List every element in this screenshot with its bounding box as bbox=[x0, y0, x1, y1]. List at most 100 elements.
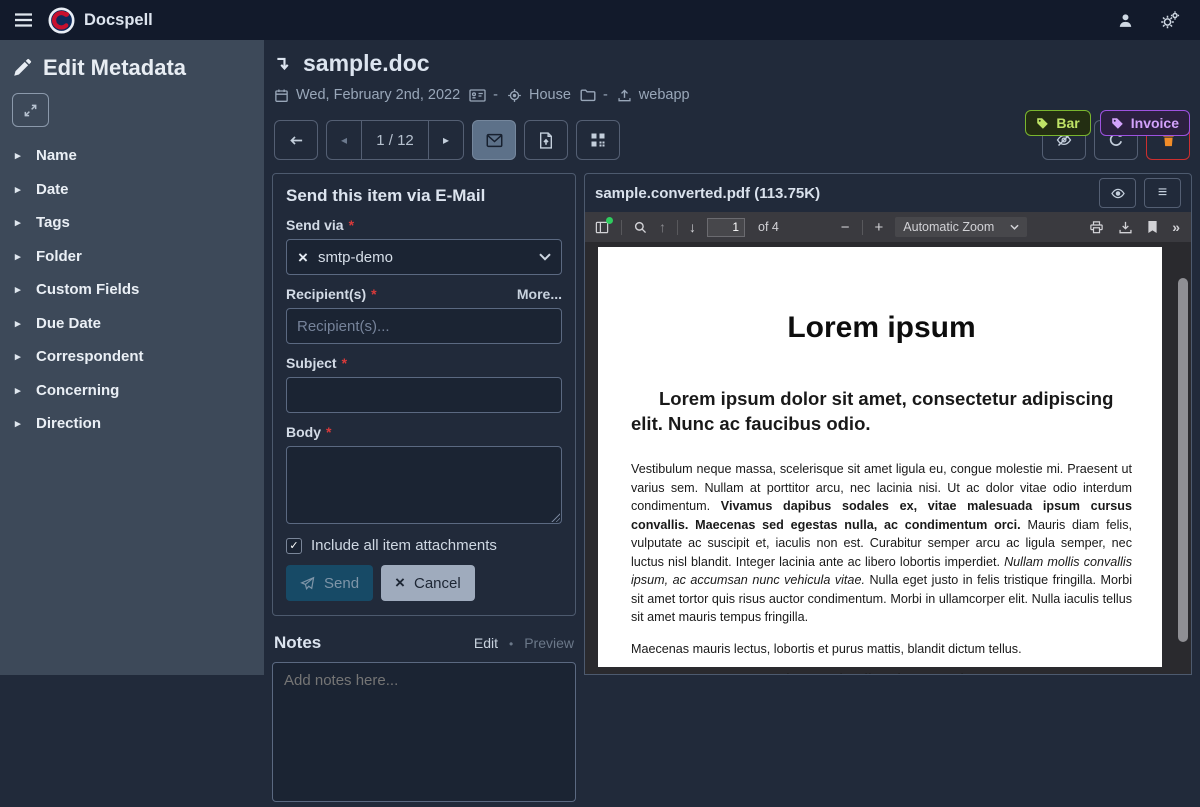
notes-header: Notes Edit • Preview bbox=[274, 633, 574, 653]
tag-invoice[interactable]: Invoice bbox=[1100, 110, 1190, 136]
recipients-label: Recipient(s)* bbox=[286, 286, 377, 302]
notes-preview-link[interactable]: Preview bbox=[524, 635, 574, 651]
pdf-zoom-in-button[interactable]: + bbox=[875, 219, 884, 236]
pdf-prev-page-button[interactable]: ↑ bbox=[659, 219, 666, 235]
sidebar-item-direction[interactable]: ▸Direction bbox=[0, 407, 264, 441]
sidebar-item-name[interactable]: ▸Name bbox=[0, 139, 264, 173]
page-navigation-group: ◂ 1 / 12 ▸ bbox=[326, 120, 464, 160]
pdf-search-button[interactable] bbox=[633, 220, 648, 235]
cancel-button[interactable]: × Cancel bbox=[381, 565, 475, 601]
required-asterisk: * bbox=[342, 355, 347, 371]
expand-all-button[interactable] bbox=[12, 93, 49, 127]
caret-right-icon: ▸ bbox=[15, 317, 23, 330]
attachment-menu-button[interactable]: ≡ bbox=[1144, 178, 1181, 208]
chevron-down-icon bbox=[539, 253, 551, 261]
pdf-page-input[interactable] bbox=[707, 218, 745, 237]
pdf-bullet-list: •Maecenas non lorem quis tellus placerat… bbox=[631, 672, 1132, 674]
paper-plane-icon bbox=[300, 576, 315, 591]
item-position-indicator: 1 / 12 bbox=[361, 121, 429, 159]
toolbar-divider bbox=[862, 220, 863, 235]
pdf-page: Lorem ipsum Lorem ipsum dolor sit amet, … bbox=[598, 247, 1162, 667]
caret-right-icon: ▸ bbox=[15, 283, 23, 296]
subject-input[interactable] bbox=[286, 377, 562, 413]
pdf-scrollbar-thumb[interactable] bbox=[1178, 278, 1188, 642]
close-icon: × bbox=[395, 573, 405, 593]
tag-icon bbox=[1036, 117, 1049, 130]
user-account-icon[interactable] bbox=[1117, 12, 1134, 29]
sidebar-item-date[interactable]: ▸Date bbox=[0, 173, 264, 207]
clear-selection-icon[interactable]: × bbox=[298, 249, 308, 266]
tag-bar[interactable]: Bar bbox=[1025, 110, 1090, 136]
notes-edit-link[interactable]: Edit bbox=[474, 635, 498, 651]
send-mail-button[interactable] bbox=[472, 120, 516, 160]
sidebar-item-correspondent[interactable]: ▸Correspondent bbox=[0, 340, 264, 374]
item-date: Wed, February 2nd, 2022 bbox=[274, 87, 460, 103]
send-via-select[interactable]: × smtp-demo bbox=[286, 239, 562, 275]
required-asterisk: * bbox=[371, 286, 376, 302]
attachment-header: sample.converted.pdf (113.75K) ≡ bbox=[585, 174, 1191, 212]
checkbox-label: Include all item attachments bbox=[311, 537, 497, 554]
qr-code-button[interactable] bbox=[576, 120, 620, 160]
subject-label: Subject* bbox=[286, 355, 562, 371]
send-button[interactable]: Send bbox=[286, 565, 373, 601]
notification-dot bbox=[606, 217, 613, 224]
pdf-sidebar-toggle-button[interactable] bbox=[594, 220, 610, 235]
pdf-bullet-item: •Maecenas non lorem quis tellus placerat… bbox=[631, 672, 1132, 674]
sidebar-item-tags[interactable]: ▸Tags bbox=[0, 206, 264, 240]
tags-row: Bar Invoice bbox=[1025, 110, 1190, 136]
top-navbar: Docspell bbox=[0, 0, 1200, 40]
pdf-paragraph: Maecenas mauris lectus, lobortis et puru… bbox=[631, 640, 1132, 659]
item-concerning: House bbox=[507, 87, 571, 103]
docspell-logo-icon bbox=[48, 7, 75, 34]
item-correspondent: - bbox=[469, 87, 498, 103]
toolbar-divider bbox=[621, 220, 622, 235]
pdf-zoom-out-button[interactable]: − bbox=[841, 219, 850, 236]
notes-textarea[interactable] bbox=[272, 662, 576, 802]
attachment-filename: sample.converted.pdf (113.75K) bbox=[595, 185, 1091, 202]
item-detail-main: sample.doc Wed, February 2nd, 2022 - Hou… bbox=[264, 40, 1200, 675]
send-via-label: Send via* bbox=[286, 217, 562, 233]
attachment-preview-panel: sample.converted.pdf (113.75K) ≡ bbox=[584, 173, 1192, 675]
pdf-paragraph: Vestibulum neque massa, scelerisque sit … bbox=[631, 460, 1132, 627]
pdf-bookmark-button[interactable] bbox=[1147, 220, 1158, 234]
pdf-more-tools-button[interactable]: » bbox=[1172, 219, 1180, 235]
sidebar-item-custom-fields[interactable]: ▸Custom Fields bbox=[0, 273, 264, 307]
pencil-icon bbox=[12, 58, 32, 78]
more-recipients-link[interactable]: More... bbox=[517, 286, 562, 302]
sidebar-item-due-date[interactable]: ▸Due Date bbox=[0, 307, 264, 341]
pdf-next-page-button[interactable]: ↓ bbox=[689, 219, 696, 235]
next-item-button[interactable]: ▸ bbox=[429, 121, 463, 159]
notes-title: Notes bbox=[274, 633, 321, 653]
checkbox-checked[interactable]: ✓ bbox=[286, 538, 302, 554]
pdf-print-button[interactable] bbox=[1089, 220, 1104, 235]
send-via-selected-value: smtp-demo bbox=[318, 249, 393, 266]
sidebar-item-concerning[interactable]: ▸Concerning bbox=[0, 374, 264, 408]
document-meta-line: Wed, February 2nd, 2022 - House - webapp bbox=[272, 87, 1192, 103]
back-button[interactable] bbox=[274, 120, 318, 160]
dot-separator: • bbox=[509, 637, 513, 651]
prev-item-button[interactable]: ◂ bbox=[327, 121, 361, 159]
recipients-input[interactable] bbox=[286, 308, 562, 344]
sidebar-title: Edit Metadata bbox=[43, 55, 186, 81]
address-card-icon bbox=[469, 88, 486, 103]
metadata-sections-list: ▸Name ▸Date ▸Tags ▸Folder ▸Custom Fields… bbox=[0, 139, 264, 441]
add-files-button[interactable] bbox=[524, 120, 568, 160]
list-icon: ≡ bbox=[1158, 184, 1167, 202]
tag-icon bbox=[1111, 117, 1124, 130]
pdf-page-count: of 4 bbox=[758, 220, 779, 234]
send-email-panel: Send this item via E-Mail Send via* × sm… bbox=[272, 173, 576, 616]
sidebar-item-folder[interactable]: ▸Folder bbox=[0, 240, 264, 274]
item-folder: - bbox=[580, 87, 608, 103]
pdf-download-button[interactable] bbox=[1118, 220, 1133, 235]
menu-toggle-button[interactable] bbox=[0, 13, 46, 27]
pdf-doc-heading: Lorem ipsum dolor sit amet, consectetur … bbox=[631, 387, 1132, 436]
view-original-eye-button[interactable] bbox=[1099, 178, 1136, 208]
settings-gears-icon[interactable] bbox=[1160, 11, 1180, 29]
item-source: webapp bbox=[617, 87, 690, 103]
body-textarea[interactable] bbox=[286, 446, 562, 524]
include-attachments-checkbox-row[interactable]: ✓ Include all item attachments bbox=[286, 537, 562, 554]
pdf-zoom-select[interactable]: Automatic Zoom bbox=[895, 217, 1027, 237]
pdf-viewport: Lorem ipsum Lorem ipsum dolor sit amet, … bbox=[585, 242, 1191, 674]
pdf-scrollbar[interactable] bbox=[1178, 278, 1188, 674]
calendar-icon bbox=[274, 88, 289, 103]
